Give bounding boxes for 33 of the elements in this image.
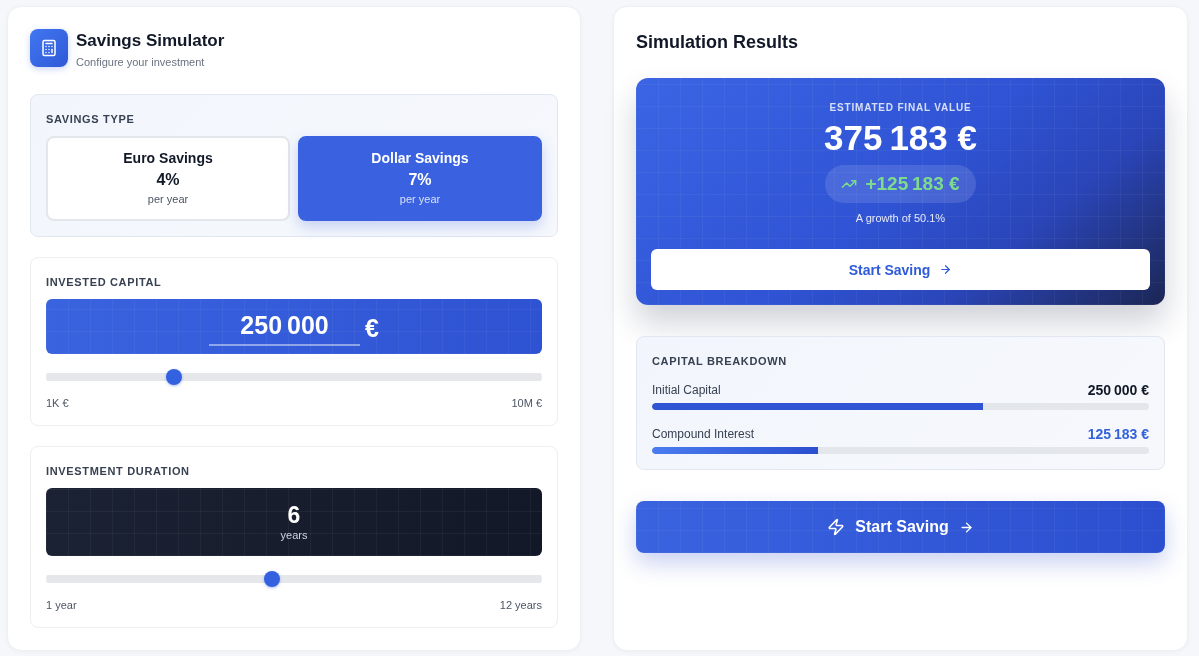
breakdown-value: 125 183 € bbox=[1087, 426, 1149, 442]
start-saving-button[interactable]: Start Saving bbox=[636, 501, 1165, 553]
section-label: INVESTMENT DURATION bbox=[46, 464, 190, 478]
range-min-label: 1 year bbox=[46, 598, 77, 612]
app-subtitle: Configure your investment bbox=[76, 55, 206, 69]
breakdown-label: Initial Capital bbox=[652, 383, 721, 397]
range-max-label: 10M € bbox=[511, 396, 542, 410]
gain-amount: +125 183 € bbox=[865, 173, 960, 195]
section-label: CAPITAL BREAKDOWN bbox=[652, 354, 787, 368]
lightning-icon bbox=[827, 518, 846, 536]
slider-thumb[interactable] bbox=[264, 571, 281, 587]
app-title: Savings Simulator bbox=[76, 31, 225, 51]
slider-thumb[interactable] bbox=[166, 369, 182, 385]
range-min-label: 1K € bbox=[46, 396, 69, 410]
breakdown-label: Compound Interest bbox=[652, 427, 755, 441]
growth-text: A growth of 50.1% bbox=[855, 211, 946, 225]
range-max-label: 12 years bbox=[499, 598, 542, 612]
savings-type-option[interactable]: Euro Savings 4% per year bbox=[46, 136, 290, 221]
breakdown-value: 250 000 € bbox=[1087, 382, 1149, 398]
final-value: 375 183 € bbox=[824, 118, 977, 158]
duration-unit: years bbox=[280, 528, 308, 542]
capital-input[interactable]: 250 000 bbox=[209, 307, 361, 346]
results-title: Simulation Results bbox=[636, 31, 799, 54]
start-saving-button[interactable]: Start Saving bbox=[651, 249, 1150, 290]
arrow-right-icon bbox=[939, 263, 953, 276]
arrow-right-icon bbox=[958, 519, 974, 535]
section-label: INVESTED CAPITAL bbox=[46, 275, 162, 289]
currency-symbol: € bbox=[365, 314, 379, 343]
duration-value: 6 bbox=[287, 502, 301, 528]
final-value-label: ESTIMATED FINAL VALUE bbox=[829, 101, 972, 115]
calculator-icon bbox=[30, 29, 68, 67]
section-label: SAVINGS TYPE bbox=[46, 112, 135, 126]
savings-type-option[interactable]: Dollar Savings 7% per year bbox=[298, 136, 542, 221]
